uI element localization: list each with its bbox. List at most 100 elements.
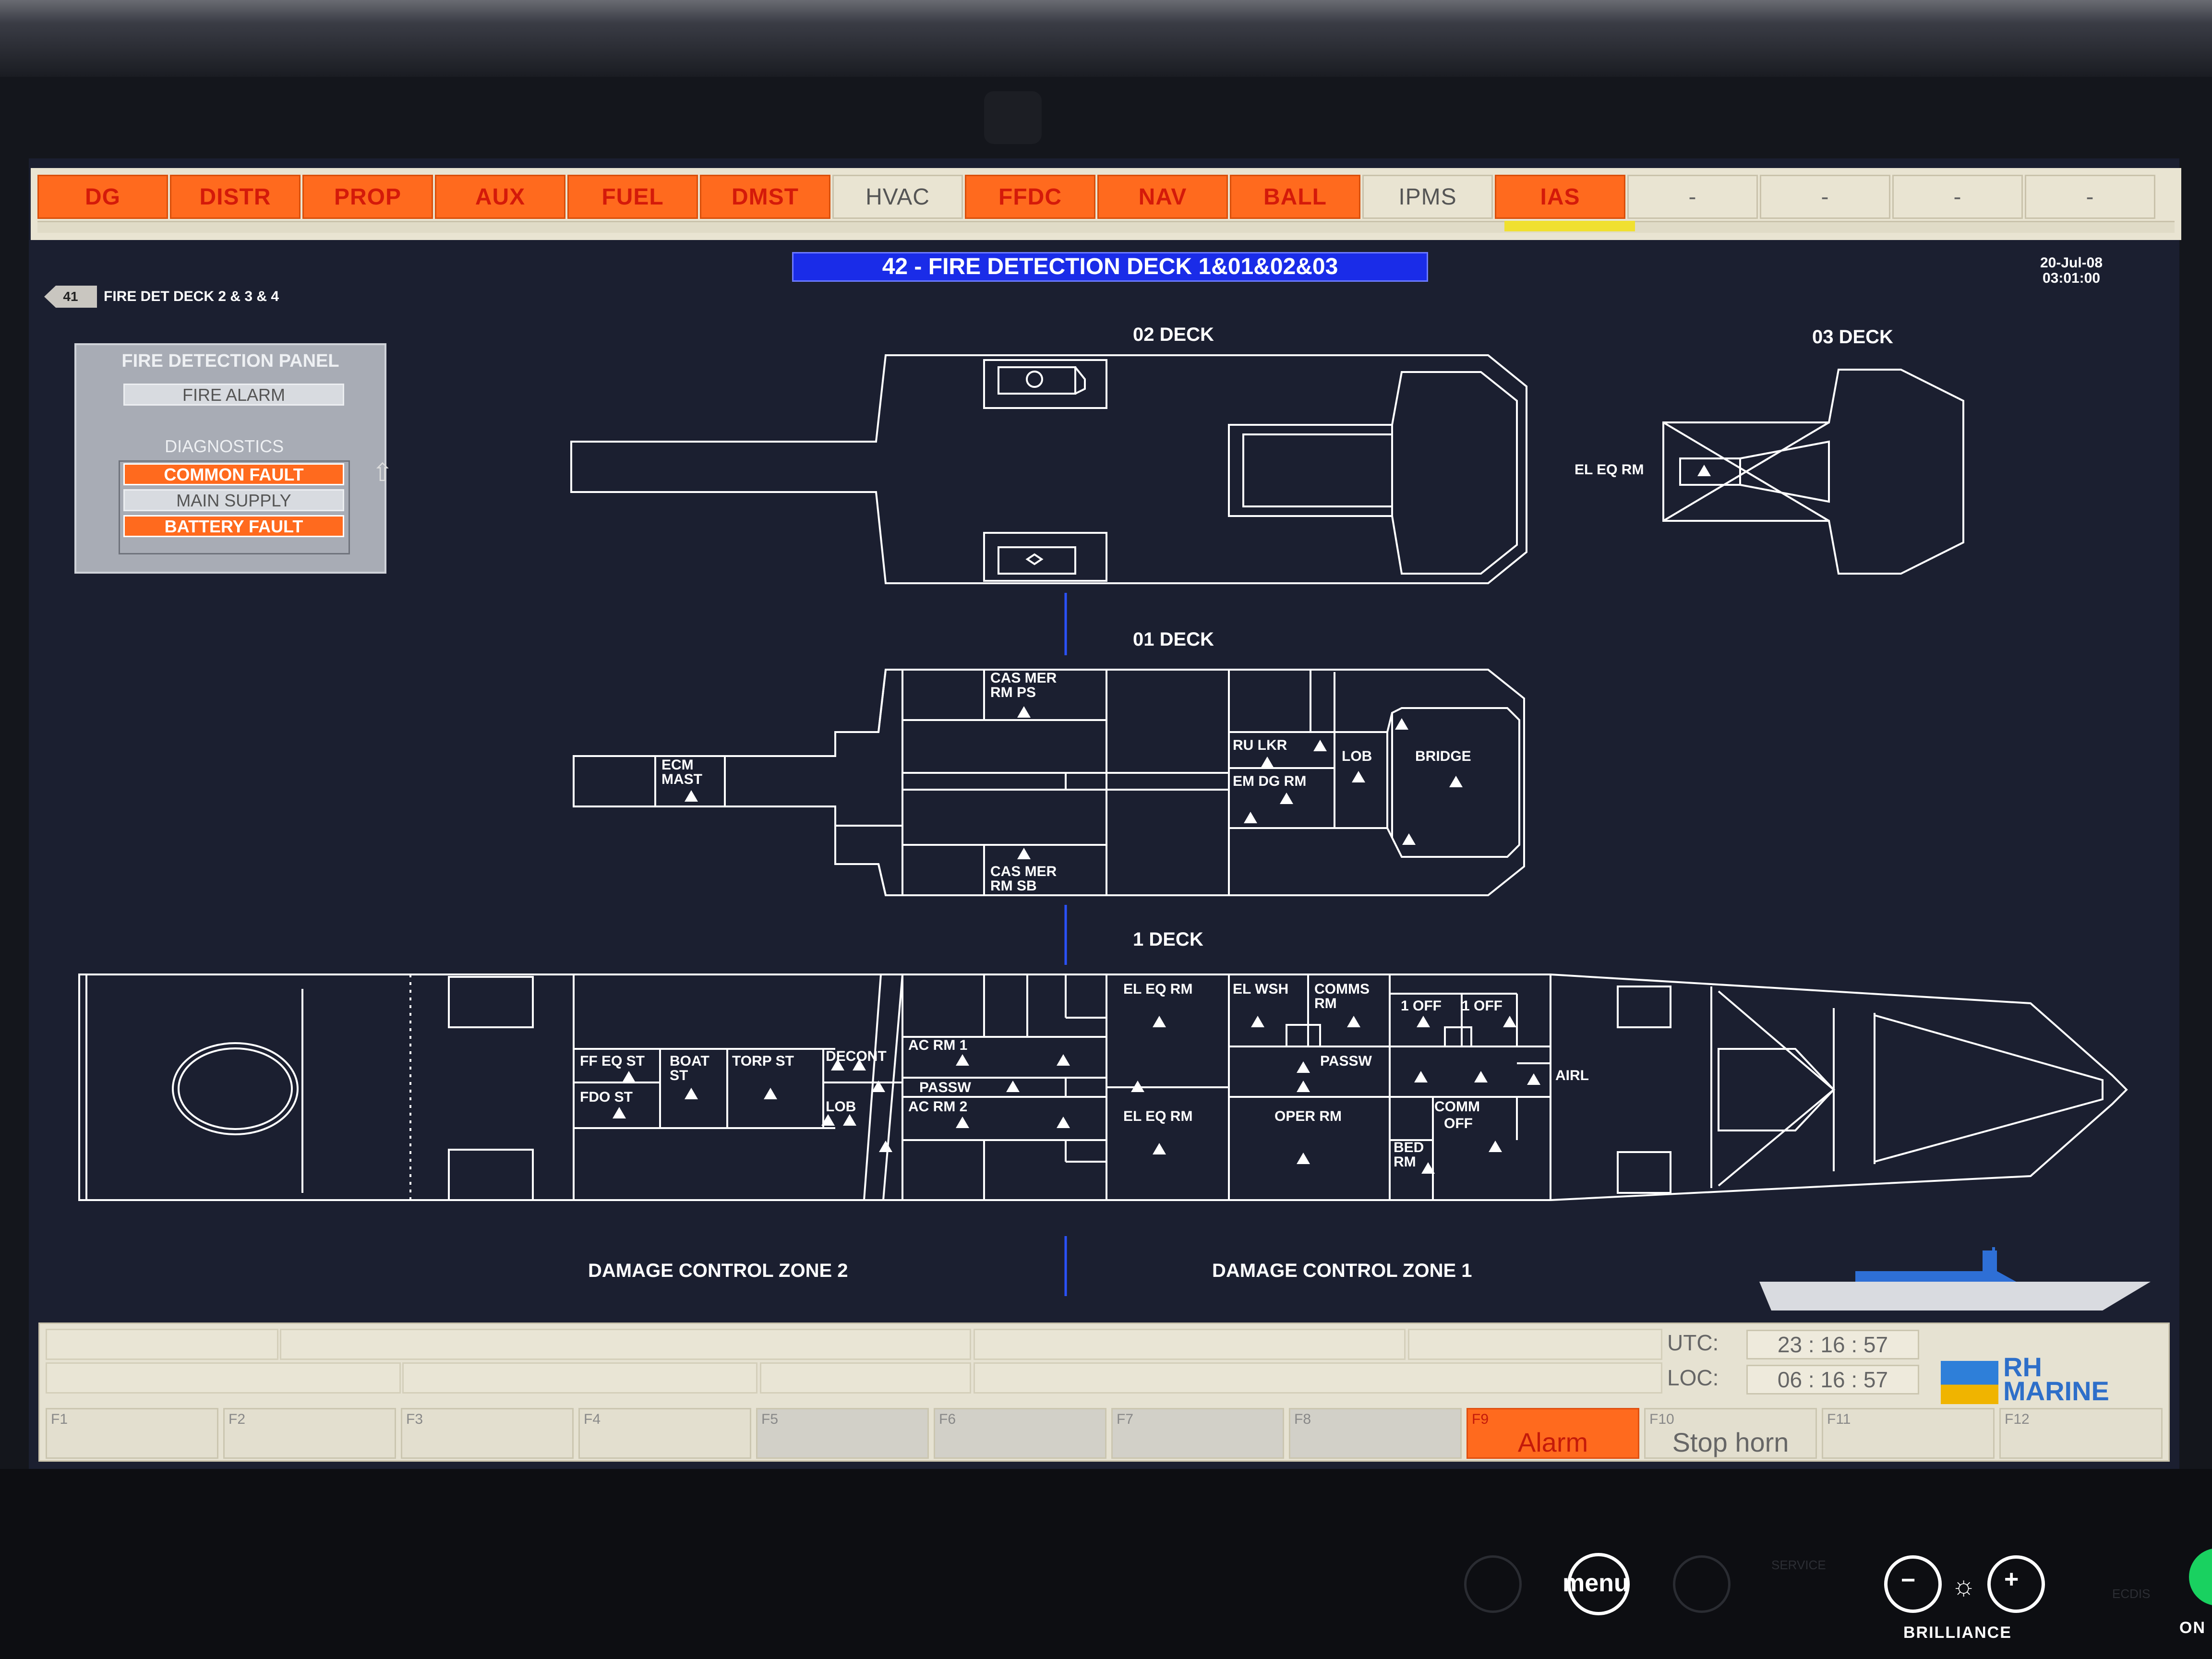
- deck-1-plan: [78, 974, 2128, 1201]
- room-label: EL EQ RM: [1123, 981, 1192, 997]
- bottom-status-bar: UTC: 23 : 16 : 57 LOC: 06 : 16 : 57 RH MA…: [38, 1322, 2170, 1462]
- room-label: OPER RM: [1274, 1108, 1342, 1124]
- f4-key[interactable]: F4: [578, 1408, 751, 1459]
- room-label: RM: [1394, 1154, 1416, 1170]
- f2-key[interactable]: F2: [223, 1408, 396, 1459]
- message-cell: [1408, 1329, 1662, 1360]
- room-label: COMMS: [1314, 981, 1370, 997]
- room-label: AC RM 2: [908, 1099, 967, 1115]
- detector-icon: [1297, 1061, 1310, 1073]
- detector-icon: [613, 1107, 626, 1118]
- message-cell: [974, 1362, 1662, 1394]
- room-label: RM SB: [990, 878, 1037, 894]
- deck-03-plan: [1662, 369, 1964, 575]
- message-cell: [46, 1329, 278, 1360]
- room-label: BRIDGE: [1415, 748, 1471, 764]
- detector-icon: [1417, 1016, 1430, 1027]
- message-cell: [46, 1362, 401, 1394]
- detector-icon: [1017, 706, 1031, 718]
- room-label: EM DG RM: [1233, 773, 1306, 789]
- detector-icon: [1017, 848, 1031, 859]
- brilliance-label: BRILLIANCE: [1903, 1623, 2012, 1642]
- detector-icon: [1352, 771, 1365, 782]
- stop-horn-button[interactable]: F10 Stop horn: [1644, 1408, 1817, 1459]
- detector-icon: [685, 1088, 698, 1099]
- service-label: SERVICE: [1771, 1558, 1826, 1572]
- detector-icon: [1251, 1016, 1264, 1027]
- room-label: AC RM 1: [908, 1037, 967, 1053]
- room-label: 1 OFF: [1401, 998, 1442, 1014]
- on-label: ON: [2179, 1619, 2206, 1637]
- room-label: OFF: [1444, 1116, 1473, 1131]
- f1-key[interactable]: F1: [46, 1408, 218, 1459]
- room-label: FDO ST: [580, 1089, 633, 1105]
- alarm-button[interactable]: F9 Alarm: [1467, 1408, 1639, 1459]
- room-label: TORP ST: [732, 1053, 794, 1069]
- detector-icon: [1057, 1117, 1070, 1128]
- rh-marine-logo: RH MARINE: [1941, 1354, 2147, 1408]
- detector-icon: [1402, 833, 1416, 845]
- room-label: RM PS: [990, 685, 1036, 700]
- utc-label: UTC:: [1667, 1330, 1719, 1355]
- room-label: RM: [1314, 996, 1337, 1011]
- room-label: PASSW: [1320, 1053, 1372, 1069]
- f7-key[interactable]: F7: [1111, 1408, 1284, 1459]
- previous-hardware-button[interactable]: [1464, 1555, 1522, 1613]
- ship-silhouette-icon: [1759, 1247, 2151, 1310]
- room-label: EL WSH: [1233, 981, 1288, 997]
- detector-icon: [1474, 1071, 1488, 1082]
- detector-icon: [1347, 1016, 1360, 1027]
- detector-icon: [685, 790, 698, 802]
- room-label: RU LKR: [1233, 737, 1287, 753]
- detector-icon: [1527, 1073, 1540, 1085]
- f12-key[interactable]: F12: [1999, 1408, 2163, 1459]
- detector-icon: [1153, 1016, 1166, 1027]
- menu-label: menu: [1563, 1569, 1629, 1597]
- damage-control-zone-2-label: DAMAGE CONTROL ZONE 2: [588, 1260, 848, 1281]
- utc-clock: 23 : 16 : 57: [1746, 1330, 1919, 1359]
- detector-icon: [956, 1117, 969, 1128]
- room-label: LOB: [826, 1099, 856, 1115]
- detector-icon: [1297, 1153, 1310, 1164]
- room-label: MAST: [661, 771, 702, 787]
- room-labels: EL EQ RM CAS MER RM PS CAS MER RM SB ECM…: [580, 462, 1644, 1170]
- f5-key[interactable]: F5: [756, 1408, 929, 1459]
- room-label: CAS MER: [990, 670, 1057, 686]
- detector-icon: [1449, 776, 1463, 787]
- local-clock: 06 : 16 : 57: [1746, 1365, 1919, 1395]
- room-label: BOAT: [670, 1053, 709, 1069]
- detector-icon: [1489, 1141, 1502, 1152]
- f3-key[interactable]: F3: [401, 1408, 574, 1459]
- detector-icon: [1280, 793, 1293, 804]
- detector-icon: [843, 1114, 856, 1126]
- loc-label: LOC:: [1667, 1365, 1719, 1390]
- plus-icon: +: [2004, 1565, 2019, 1593]
- room-label: DECONT: [826, 1048, 887, 1064]
- message-cell: [974, 1329, 1406, 1360]
- monitor-bottom-bezel: [0, 1469, 2212, 1659]
- room-label: ST: [670, 1068, 688, 1083]
- room-label: AIRL: [1555, 1068, 1589, 1083]
- f8-key[interactable]: F8: [1289, 1408, 1462, 1459]
- f11-key[interactable]: F11: [1822, 1408, 1995, 1459]
- detector-icon: [764, 1088, 777, 1099]
- detector-icon: [1244, 812, 1257, 823]
- ecdis-label: ECDIS: [2112, 1587, 2151, 1601]
- room-label: COMM: [1434, 1099, 1480, 1115]
- room-label: BED: [1394, 1140, 1424, 1155]
- detector-icon: [1153, 1143, 1166, 1154]
- minus-icon: −: [1901, 1566, 1916, 1594]
- room-label: LOB: [1342, 748, 1372, 764]
- detector-icon: [956, 1054, 969, 1066]
- detector-icon: [1395, 718, 1408, 730]
- f6-key[interactable]: F6: [934, 1408, 1106, 1459]
- room-label: EL EQ RM: [1123, 1108, 1192, 1124]
- next-hardware-button[interactable]: [1673, 1555, 1731, 1613]
- room-label: ECM: [661, 757, 694, 773]
- detector-icon: [1503, 1016, 1516, 1027]
- detector-icon: [622, 1071, 636, 1082]
- detector-icon: [879, 1141, 892, 1152]
- room-label: FF EQ ST: [580, 1053, 645, 1069]
- message-cell: [760, 1362, 971, 1394]
- deck-01-plan: [573, 669, 1525, 896]
